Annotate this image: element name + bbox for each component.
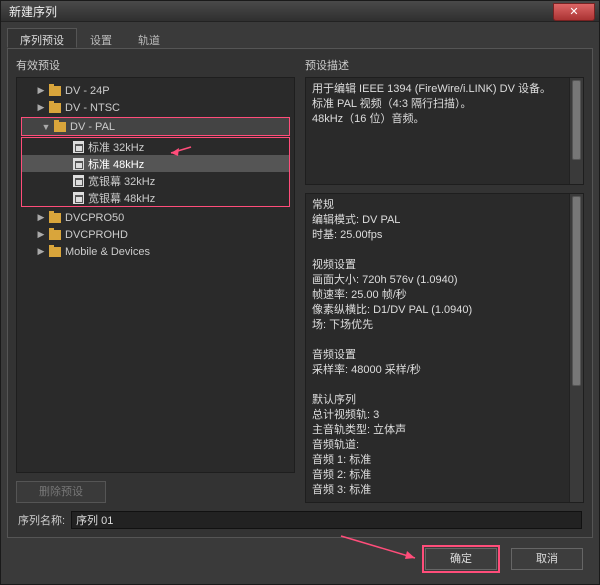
- tree-item-label: DVCPRO50: [65, 212, 124, 224]
- tab-sequence-presets[interactable]: 序列预设: [7, 28, 77, 48]
- tree-item-label: DV - 24P: [65, 85, 110, 97]
- folder-icon: [47, 213, 63, 223]
- tree-item-label: 标准 48kHz: [88, 156, 144, 172]
- folder-icon: [47, 86, 63, 96]
- available-presets-label: 有效预设: [16, 57, 295, 73]
- description-line: 时基: 25.00fps: [312, 228, 577, 243]
- description-line: [312, 378, 577, 393]
- cancel-button[interactable]: 取消: [511, 548, 583, 570]
- preset-summary-box: 用于编辑 IEEE 1394 (FireWire/i.LINK) DV 设备。标…: [305, 77, 584, 185]
- annotation-arrow-icon: [337, 532, 427, 568]
- description-line: 场: 下场优先: [312, 318, 577, 333]
- tree-folder[interactable]: ▶ DV - NTSC: [17, 99, 294, 116]
- tree-item-label: DVCPROHD: [65, 229, 128, 241]
- folder-icon: [52, 122, 68, 132]
- disclosure-triangle-icon[interactable]: ▶: [35, 102, 47, 113]
- description-line: 默认序列: [312, 393, 577, 408]
- tree-preset[interactable]: 宽银幕 48kHz: [22, 189, 289, 206]
- tree-folder[interactable]: ▶ Mobile & Devices: [17, 243, 294, 260]
- preset-icon: [70, 141, 86, 153]
- disclosure-triangle-icon[interactable]: ▼: [40, 122, 52, 132]
- disclosure-triangle-icon[interactable]: ▶: [35, 85, 47, 96]
- description-line: [312, 243, 577, 258]
- description-line: 主音轨类型: 立体声: [312, 423, 577, 438]
- description-line: 音频设置: [312, 348, 577, 363]
- description-line: 像素纵横比: D1/DV PAL (1.0940): [312, 303, 577, 318]
- tree-folder[interactable]: ▶ DV - 24P: [17, 82, 294, 99]
- folder-icon: [47, 247, 63, 257]
- folder-icon: [47, 103, 63, 113]
- disclosure-triangle-icon[interactable]: ▶: [35, 212, 47, 223]
- description-line: 用于编辑 IEEE 1394 (FireWire/i.LINK) DV 设备。: [312, 82, 577, 97]
- description-line: 编辑模式: DV PAL: [312, 213, 577, 228]
- delete-preset-button: 删除预设: [16, 481, 106, 503]
- tree-item-label: 宽银幕 48kHz: [88, 190, 155, 206]
- preset-icon: [70, 192, 86, 204]
- description-line: [312, 333, 577, 348]
- window-title: 新建序列: [9, 3, 57, 20]
- description-line: 总计视频轨: 3: [312, 408, 577, 423]
- new-sequence-dialog: 新建序列 ✕ 序列预设 设置 轨道 有效预设 ▶ DV - 24P ▶ DV - NT…: [0, 0, 600, 585]
- preset-description-label: 预设描述: [305, 57, 584, 73]
- preset-icon: [70, 158, 86, 170]
- description-line: 画面大小: 720h 576v (1.0940): [312, 273, 577, 288]
- titlebar: 新建序列 ✕: [1, 1, 599, 22]
- description-line: 音频轨道:: [312, 438, 577, 453]
- tree-preset[interactable]: 宽银幕 32kHz: [22, 172, 289, 189]
- preset-tree[interactable]: ▶ DV - 24P ▶ DV - NTSC ▼ DV - PAL 标准 32kHz标准 4…: [16, 77, 295, 473]
- description-line: 标准 PAL 视频（4:3 隔行扫描）。: [312, 97, 577, 112]
- tab-tracks[interactable]: 轨道: [125, 28, 173, 48]
- tree-folder[interactable]: ▶ DVCPROHD: [17, 226, 294, 243]
- description-line: 48kHz（16 位）音频。: [312, 112, 577, 127]
- disclosure-triangle-icon[interactable]: ▶: [35, 246, 47, 257]
- ok-button[interactable]: 确定: [425, 548, 497, 570]
- sequence-name-label: 序列名称:: [18, 512, 65, 528]
- tab-bar: 序列预设 设置 轨道: [7, 28, 593, 48]
- description-line: 音频 2: 标准: [312, 468, 577, 483]
- tree-folder[interactable]: ▼ DV - PAL: [22, 118, 289, 135]
- tree-item-label: DV - NTSC: [65, 102, 120, 114]
- description-line: 帧速率: 25.00 帧/秒: [312, 288, 577, 303]
- preset-detail-box: 常规编辑模式: DV PAL时基: 25.00fps 视频设置画面大小: 720…: [305, 193, 584, 503]
- disclosure-triangle-icon[interactable]: ▶: [35, 229, 47, 240]
- folder-icon: [47, 230, 63, 240]
- description-line: 采样率: 48000 采样/秒: [312, 363, 577, 378]
- tree-item-label: 宽银幕 32kHz: [88, 173, 155, 189]
- close-button[interactable]: ✕: [553, 3, 595, 21]
- tree-item-label: 标准 32kHz: [88, 139, 144, 155]
- tree-preset[interactable]: 标准 48kHz: [22, 155, 289, 172]
- tab-settings[interactable]: 设置: [77, 28, 125, 48]
- sequence-name-input[interactable]: [71, 511, 582, 529]
- preset-icon: [70, 175, 86, 187]
- tree-preset[interactable]: 标准 32kHz: [22, 138, 289, 155]
- tree-item-label: Mobile & Devices: [65, 246, 150, 258]
- scrollbar[interactable]: [569, 194, 583, 502]
- tree-item-label: DV - PAL: [70, 121, 115, 133]
- description-line: 音频 1: 标准: [312, 453, 577, 468]
- scrollbar[interactable]: [569, 78, 583, 184]
- tree-folder[interactable]: ▶ DVCPRO50: [17, 209, 294, 226]
- description-line: 常规: [312, 198, 577, 213]
- description-line: 视频设置: [312, 258, 577, 273]
- description-line: 音频 3: 标准: [312, 483, 577, 498]
